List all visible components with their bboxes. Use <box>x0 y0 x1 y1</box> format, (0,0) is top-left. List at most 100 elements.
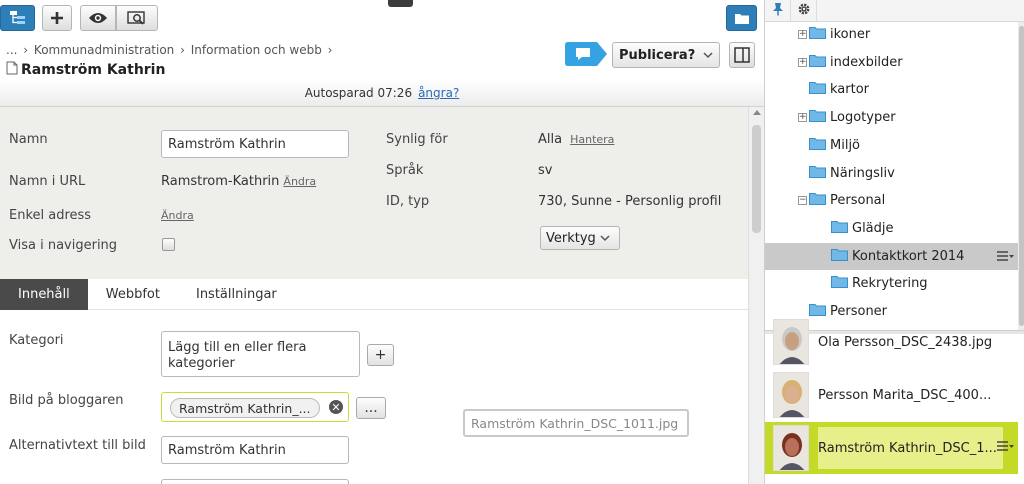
scroll-up-arrow[interactable] <box>753 110 761 115</box>
expand-icon[interactable]: + <box>798 57 807 67</box>
folder-icon <box>734 12 750 25</box>
folder-item[interactable]: + ikoner <box>765 21 1018 48</box>
folder-icon <box>809 81 826 98</box>
chevron-down-icon <box>600 231 610 246</box>
category-label: Kategori <box>9 333 64 348</box>
folder-icon <box>831 275 848 292</box>
id-type-value: 730, Sunne - Personlig profil <box>538 194 722 209</box>
drag-ghost-file: Ramström Kathrin_DSC_1011.jpg <box>463 409 689 437</box>
compare-button[interactable] <box>116 5 158 31</box>
page-title-text: Ramström Kathrin <box>21 62 166 78</box>
assets-pane: + ikoner + indexbilder kartor + Logotyper Miljö… <box>764 0 1024 484</box>
folder-name: kartor <box>830 82 870 98</box>
autosave-bar: Autosparad 07:26 ångra? <box>0 80 764 107</box>
visible-for-label: Synlig för <box>386 132 448 147</box>
url-name-label: Namn i URL <box>9 174 86 189</box>
toolbar-notch[interactable] <box>388 0 413 7</box>
manage-access-link[interactable]: Hantera <box>570 133 614 146</box>
name-label: Namn <box>9 132 48 147</box>
tab-webbfot[interactable]: Webbfot <box>88 279 178 310</box>
eye-icon <box>88 11 108 25</box>
editor-scrollbar[interactable] <box>748 107 764 484</box>
expand-icon[interactable]: + <box>798 113 807 123</box>
comments-button[interactable] <box>565 42 607 66</box>
folder-icon <box>809 54 826 71</box>
folder-name: Rekrytering <box>852 276 928 292</box>
page-properties: Namn Ramström Kathrin Namn i URL Ramstro… <box>0 107 748 279</box>
folder-item[interactable]: Rekrytering <box>765 270 1018 297</box>
folder-item[interactable]: + indexbilder <box>765 49 1018 76</box>
layout-toggle-button[interactable] <box>729 42 755 68</box>
folder-item[interactable]: Kontaktkort 2014 <box>765 242 1018 270</box>
image-chip[interactable]: Ramström Kathrin_... <box>170 398 320 418</box>
pin-button[interactable] <box>765 0 791 22</box>
page-title: Ramström Kathrin <box>6 61 165 79</box>
folder-name: indexbilder <box>830 54 903 70</box>
preview-button[interactable] <box>80 5 116 31</box>
autosave-text: Autosparad 07:26 <box>304 86 413 100</box>
context-menu-icon[interactable] <box>996 440 1014 456</box>
undo-link[interactable]: ångra? <box>418 86 459 100</box>
tab-innehall[interactable]: Innehåll <box>0 279 88 310</box>
url-name-value: Ramstrom-Kathrin Ändra <box>161 174 316 189</box>
breadcrumb-separator: › <box>23 43 29 57</box>
add-category-button[interactable]: + <box>367 344 394 366</box>
browse-image-button[interactable]: ... <box>356 397 386 419</box>
blogger-image-input[interactable]: Ramström Kathrin_... ✕ <box>161 392 349 422</box>
file-name: Ramström Kathrin_DSC_1... <box>818 440 997 456</box>
show-in-nav-checkbox[interactable] <box>162 238 175 251</box>
gear-icon <box>797 2 811 20</box>
file-item[interactable]: Ola Persson_DSC_2438.jpg <box>765 316 1018 368</box>
folder-item[interactable]: − Personal <box>765 187 1018 214</box>
file-item[interactable]: Persson Marita_DSC_400... <box>765 369 1018 421</box>
simple-address-change-link[interactable]: Ändra <box>161 209 194 222</box>
visible-for-value: Alla Hantera <box>538 132 614 147</box>
file-item[interactable]: Ramström Kathrin_DSC_1... <box>765 422 1018 474</box>
breadcrumb-item-kommunadministration[interactable]: Kommunadministration <box>34 43 174 57</box>
editor-scroll-thumb[interactable] <box>752 125 761 233</box>
publish-button[interactable]: Publicera? <box>612 42 720 68</box>
tools-label: Verktyg <box>546 230 596 246</box>
structure-icon <box>9 10 27 26</box>
content-tabs: Innehåll Webbfot Inställningar <box>0 279 748 310</box>
folder-item[interactable]: kartor <box>765 76 1018 103</box>
category-input[interactable]: Lägg till en eller flera kategorier <box>161 331 360 377</box>
pin-icon <box>772 2 784 20</box>
language-label: Språk <box>386 163 424 178</box>
tab-installningar[interactable]: Inställningar <box>178 279 295 310</box>
breadcrumb-ellipsis[interactable]: ... <box>6 43 17 57</box>
tree-scroll-thumb[interactable] <box>1019 26 1024 326</box>
next-field-input[interactable] <box>161 479 349 484</box>
folder-item[interactable]: Glädje <box>765 215 1018 242</box>
tools-dropdown[interactable]: Verktyg <box>540 226 620 250</box>
folder-item[interactable]: Miljö <box>765 132 1018 159</box>
tree-scrollbar[interactable] <box>1018 22 1024 332</box>
assets-pane-toggle-button[interactable] <box>726 5 757 31</box>
expand-icon[interactable]: + <box>798 30 807 39</box>
clear-image-icon[interactable]: ✕ <box>329 400 343 414</box>
folder-name: Kontaktkort 2014 <box>852 248 965 264</box>
url-change-link[interactable]: Ändra <box>283 175 316 188</box>
simple-address-label: Enkel adress <box>9 208 92 223</box>
breadcrumb: ... › Kommunadministration › Information… <box>6 43 334 57</box>
folder-icon <box>831 220 848 237</box>
settings-button[interactable] <box>791 0 817 22</box>
layout-icon <box>734 47 750 63</box>
folder-item[interactable]: + Logotyper <box>765 104 1018 131</box>
breadcrumb-separator: › <box>180 43 185 57</box>
folder-icon <box>809 137 826 154</box>
language-value: sv <box>538 163 553 178</box>
context-menu-icon[interactable] <box>996 250 1014 266</box>
file-name-wrap: Persson Marita_DSC_400... <box>818 374 997 416</box>
name-input[interactable]: Ramström Kathrin <box>161 130 349 158</box>
structure-toggle-button[interactable] <box>0 5 35 31</box>
folder-name: Logotyper <box>830 110 896 126</box>
add-button[interactable] <box>42 5 72 31</box>
blogger-image-label: Bild på bloggaren <box>9 393 124 408</box>
compare-icon <box>126 10 148 26</box>
folder-icon <box>831 248 848 265</box>
breadcrumb-item-information-och-webb[interactable]: Information och webb <box>191 43 322 57</box>
folder-item[interactable]: Näringsliv <box>765 160 1018 187</box>
collapse-icon[interactable]: − <box>798 196 807 206</box>
alt-text-input[interactable]: Ramström Kathrin <box>161 436 349 464</box>
